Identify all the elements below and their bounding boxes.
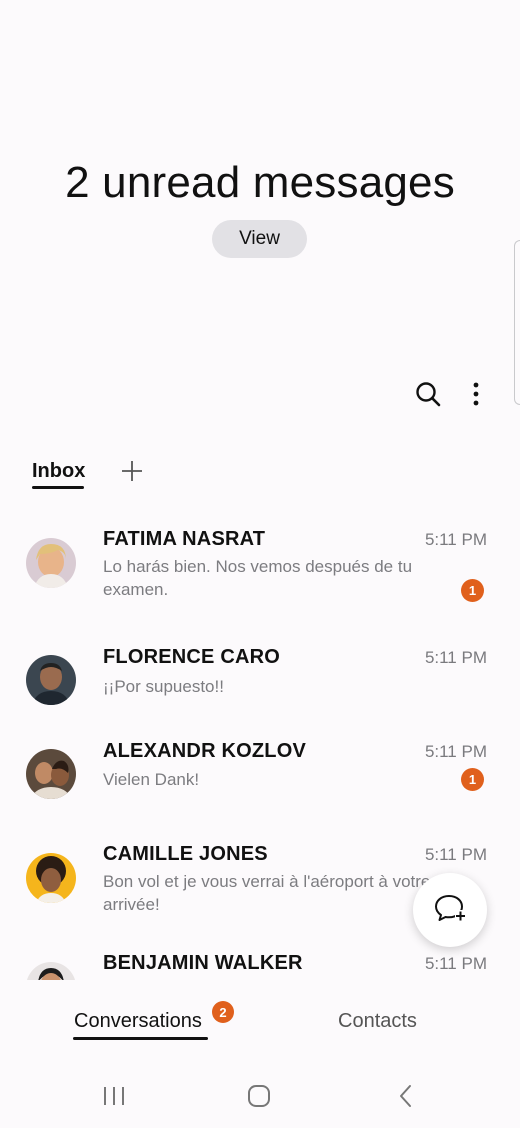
avatar xyxy=(26,962,76,980)
tab-inbox-indicator xyxy=(32,486,84,489)
contact-name: FLORENCE CARO xyxy=(103,646,281,668)
unread-badge: 1 xyxy=(461,768,484,791)
edge-panel-handle[interactable] xyxy=(514,240,520,405)
message-time: 5:11 PM xyxy=(424,845,487,864)
avatar xyxy=(26,538,76,588)
contact-name: ALEXANDR KOZLOV xyxy=(103,740,306,762)
message-preview: ¡¡Por supuesto!! xyxy=(103,677,224,696)
message-time: 5:11 PM xyxy=(424,954,487,973)
list-item[interactable]: ALEXANDR KOZLOV 5:11 PM Vielen Dank! 1 xyxy=(0,722,520,814)
compose-button[interactable] xyxy=(413,873,487,947)
contact-name: BENJAMIN WALKER xyxy=(103,952,303,974)
add-category-plus-icon[interactable] xyxy=(119,458,145,484)
message-time: 5:11 PM xyxy=(424,648,487,667)
contact-name: FATIMA NASRAT xyxy=(103,528,266,550)
recent-apps-icon[interactable] xyxy=(96,1080,132,1112)
message-preview: Vielen Dank! xyxy=(103,770,200,789)
tab-contacts[interactable]: Contacts xyxy=(338,1010,417,1033)
tab-inbox[interactable]: Inbox xyxy=(32,460,85,483)
new-message-icon xyxy=(434,893,466,928)
unread-messages-title: 2 unread messages xyxy=(65,158,455,207)
message-preview: Bon vol et je vous verrai à l'aéroport à… xyxy=(103,872,431,914)
contact-name: CAMILLE JONES xyxy=(103,843,268,865)
unread-badge: 1 xyxy=(461,579,484,602)
tab-conversations-indicator xyxy=(73,1037,208,1040)
list-item[interactable]: FLORENCE CARO 5:11 PM ¡¡Por supuesto!! xyxy=(0,628,520,716)
conversations-unread-badge: 2 xyxy=(212,1001,234,1023)
list-item[interactable]: FATIMA NASRAT 5:11 PM Lo harás bien. Nos… xyxy=(0,510,520,620)
avatar xyxy=(26,853,76,903)
message-preview: Lo harás bien. Nos vemos después de tu e… xyxy=(103,557,413,599)
home-icon[interactable] xyxy=(241,1080,277,1112)
message-time: 5:11 PM xyxy=(424,530,487,549)
more-options-icon[interactable] xyxy=(462,378,490,410)
avatar xyxy=(26,749,76,799)
back-icon[interactable] xyxy=(388,1080,424,1112)
view-button[interactable]: View xyxy=(212,220,307,258)
avatar xyxy=(26,655,76,705)
message-time: 5:11 PM xyxy=(424,742,487,761)
tab-conversations[interactable]: Conversations xyxy=(74,1010,202,1033)
search-icon[interactable] xyxy=(412,378,444,410)
